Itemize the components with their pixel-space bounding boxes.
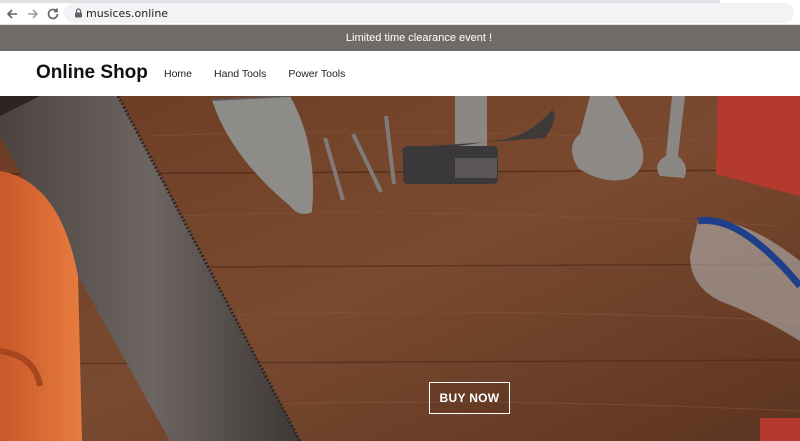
nav-hand-tools[interactable]: Hand Tools — [214, 68, 266, 80]
buy-now-button[interactable]: BUY NOW — [429, 382, 510, 414]
lock-icon[interactable] — [74, 8, 83, 18]
reload-icon[interactable] — [45, 6, 61, 22]
site-header: Online Shop Home Hand Tools Power Tools — [0, 51, 800, 96]
browser-toolbar: musices.online — [0, 0, 800, 25]
url-text[interactable]: musices.online — [86, 7, 168, 20]
announcement-bar: Limited time clearance event ! — [0, 25, 800, 51]
site-logo[interactable]: Online Shop — [36, 62, 148, 84]
main-nav: Home Hand Tools Power Tools — [164, 68, 367, 80]
hero-image — [0, 96, 800, 441]
hero-banner: BUY NOW — [0, 96, 800, 441]
forward-arrow-icon[interactable] — [25, 6, 41, 22]
back-arrow-icon[interactable] — [4, 6, 20, 22]
address-bar[interactable]: musices.online — [64, 3, 794, 23]
announcement-text: Limited time clearance event ! — [345, 32, 493, 44]
nav-home[interactable]: Home — [164, 68, 192, 80]
nav-power-tools[interactable]: Power Tools — [288, 68, 345, 80]
